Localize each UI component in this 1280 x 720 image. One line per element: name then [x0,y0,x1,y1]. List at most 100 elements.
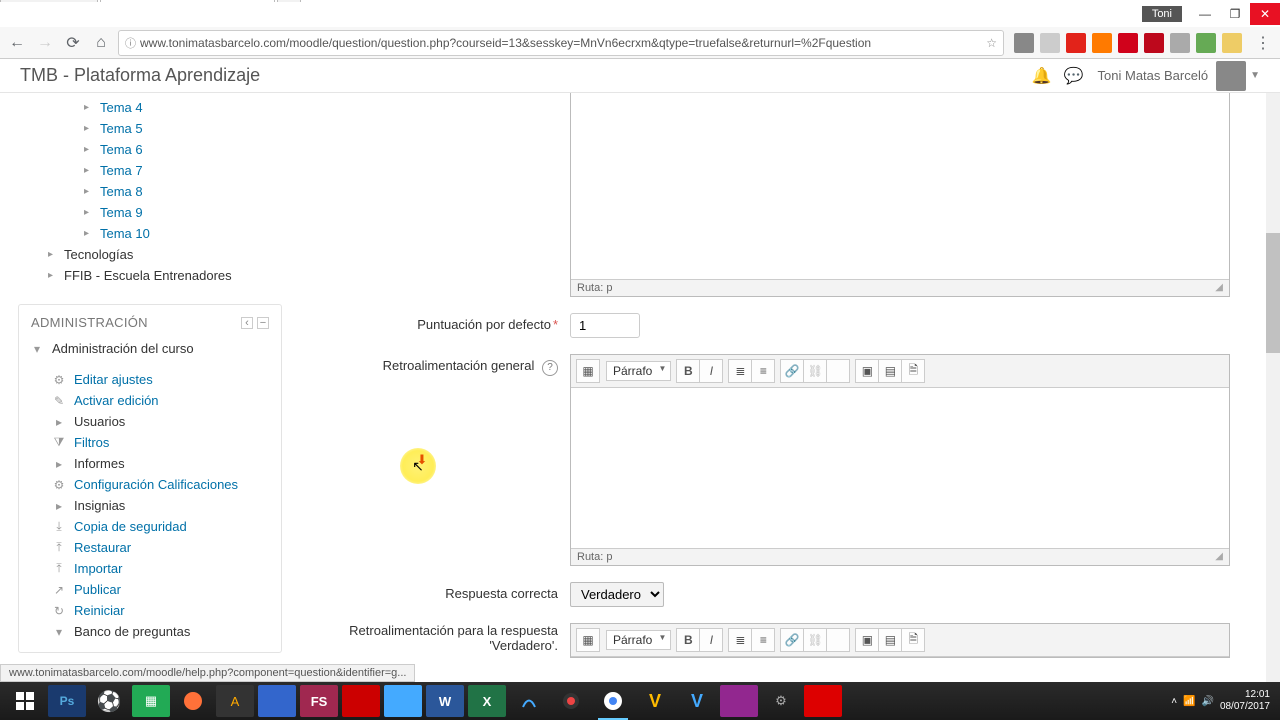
nolink-icon[interactable] [826,359,850,383]
maximize-button[interactable]: ❐ [1220,3,1250,25]
nav-topic-item[interactable]: ▸Tema 6 [18,139,282,160]
italic-icon[interactable]: I [699,359,723,383]
ext-icon[interactable] [1196,33,1216,53]
taskbar-app-icon[interactable]: A [216,685,254,717]
avatar[interactable] [1216,61,1246,91]
taskbar-app-icon[interactable]: V [636,685,674,717]
start-button[interactable] [6,685,44,717]
admin-item[interactable]: ⚙Editar ajustes [29,369,271,390]
tray-chevron-icon[interactable]: ˄ [1171,696,1177,707]
taskbar-app-icon[interactable]: Ps [48,685,86,717]
admin-item[interactable]: ⧩Filtros [29,432,271,453]
nolink-icon[interactable] [826,628,850,652]
ext-icon[interactable] [1222,33,1242,53]
feedback-true-editor[interactable]: ▦PárrafoBI≣≡🔗⛓ ▣▤🗎 [570,623,1230,658]
ext-icon[interactable] [1118,33,1138,53]
taskbar-app-icon[interactable] [384,685,422,717]
taskbar-app-icon[interactable]: ▦ [132,685,170,717]
scrollbar-thumb[interactable] [1266,233,1280,353]
toolbar-toggle-icon[interactable]: ▦ [576,628,600,652]
taskbar-app-icon[interactable] [258,685,296,717]
nav-item[interactable]: ▸FFIB - Escuela Entrenadores [18,265,282,286]
admin-item[interactable]: ↗Publicar [29,579,271,600]
paragraph-select[interactable]: Párrafo [606,630,671,650]
dock-icon[interactable]: ‹ [241,317,253,329]
files-icon[interactable]: 🗎 [901,628,925,652]
resize-handle[interactable]: ◢ [1215,282,1223,294]
link-icon[interactable]: 🔗 [780,628,804,652]
taskbar-app-icon[interactable]: ⚙ [762,685,800,717]
taskbar-app-icon[interactable] [174,685,212,717]
scrollbar[interactable] [1266,93,1280,682]
bell-icon[interactable]: 🔔 [1032,66,1052,86]
admin-item[interactable]: ⚙Configuración Calificaciones [29,474,271,495]
admin-item[interactable]: ▸Insignias [29,495,271,516]
new-tab-button[interactable] [277,0,301,2]
ext-icon[interactable] [1170,33,1190,53]
image-icon[interactable]: ▣ [855,359,879,383]
bold-icon[interactable]: B [676,628,700,652]
back-button[interactable]: ← [6,32,28,54]
system-tray[interactable]: ˄ 📶 🔊 12:01 08/07/2017 [1171,689,1276,713]
nav-item[interactable]: ▸Tecnologías [18,244,282,265]
paragraph-select[interactable]: Párrafo [606,361,671,381]
taskbar-app-icon[interactable] [720,685,758,717]
caret-down-icon[interactable]: ▼ [1250,70,1260,81]
admin-item[interactable]: ▸Usuarios [29,411,271,432]
number-list-icon[interactable]: ≡ [751,359,775,383]
admin-item[interactable]: ⤒Restaurar [29,537,271,558]
reload-button[interactable]: ⟳ [62,32,84,54]
general-feedback-editor[interactable]: ▦PárrafoBI≣≡🔗⛓ ▣▤🗎 Ruta: p ◢ [570,354,1230,566]
nav-topic-item[interactable]: ▸Tema 4 [18,97,282,118]
nav-topic-item[interactable]: ▸Tema 5 [18,118,282,139]
editor-body[interactable] [571,93,1229,279]
address-bar[interactable]: ⓘ www.tonimatasbarcelo.com/moodle/questi… [118,30,1004,56]
os-user-badge[interactable]: Toni [1142,6,1182,22]
help-icon[interactable]: ? [542,360,558,376]
ext-icon[interactable] [1014,33,1034,53]
minimize-button[interactable]: — [1190,3,1220,25]
menu-button[interactable]: ⋮ [1252,32,1274,54]
files-icon[interactable]: 🗎 [901,359,925,383]
browser-tab[interactable]: Lifeinicio × [0,0,98,2]
taskbar-app-icon[interactable] [552,685,590,717]
media-icon[interactable]: ▤ [878,359,902,383]
tray-volume-icon[interactable]: 🔊 [1201,696,1213,707]
question-text-editor[interactable]: Ruta: p ◢ [570,93,1230,297]
forward-button[interactable]: → [34,32,56,54]
taskbar-app-icon[interactable] [342,685,380,717]
nav-topic-item[interactable]: ▸Tema 7 [18,160,282,181]
taskbar-app-icon[interactable] [804,685,842,717]
star-icon[interactable]: ☆ [986,36,997,50]
admin-item[interactable]: ⤓Copia de seguridad [29,516,271,537]
taskbar-app-icon[interactable]: FS [300,685,338,717]
bullet-list-icon[interactable]: ≣ [728,628,752,652]
media-icon[interactable]: ▤ [878,628,902,652]
number-list-icon[interactable]: ≡ [751,628,775,652]
user-name[interactable]: Toni Matas Barceló [1098,68,1209,83]
link-icon[interactable]: 🔗 [780,359,804,383]
ext-icon[interactable] [1092,33,1112,53]
site-brand[interactable]: TMB - Plataforma Aprendizaje [20,65,260,86]
editor-body[interactable] [571,388,1229,548]
taskbar-app-icon[interactable]: X [468,685,506,717]
taskbar-app-icon[interactable] [510,685,548,717]
close-button[interactable]: ✕ [1250,3,1280,25]
admin-item[interactable]: ▸Informes [29,453,271,474]
admin-item[interactable]: ↻Reiniciar [29,600,271,621]
bullet-list-icon[interactable]: ≣ [728,359,752,383]
toolbar-toggle-icon[interactable]: ▦ [576,359,600,383]
image-icon[interactable]: ▣ [855,628,879,652]
browser-tab[interactable]: Edición de una pregunta × [100,0,275,2]
correct-answer-select[interactable]: Verdadero [570,582,664,607]
unlink-icon[interactable]: ⛓ [803,628,827,652]
taskbar-app-icon[interactable]: V [678,685,716,717]
admin-item[interactable]: ▾Banco de preguntas [29,621,271,642]
taskbar-app-icon[interactable]: ⚽ [90,685,128,717]
taskbar-chrome-icon[interactable] [594,685,632,717]
resize-handle[interactable]: ◢ [1215,551,1223,563]
bold-icon[interactable]: B [676,359,700,383]
nav-topic-item[interactable]: ▸Tema 8 [18,181,282,202]
chat-icon[interactable]: 💬 [1064,66,1084,86]
ext-icon[interactable] [1040,33,1060,53]
